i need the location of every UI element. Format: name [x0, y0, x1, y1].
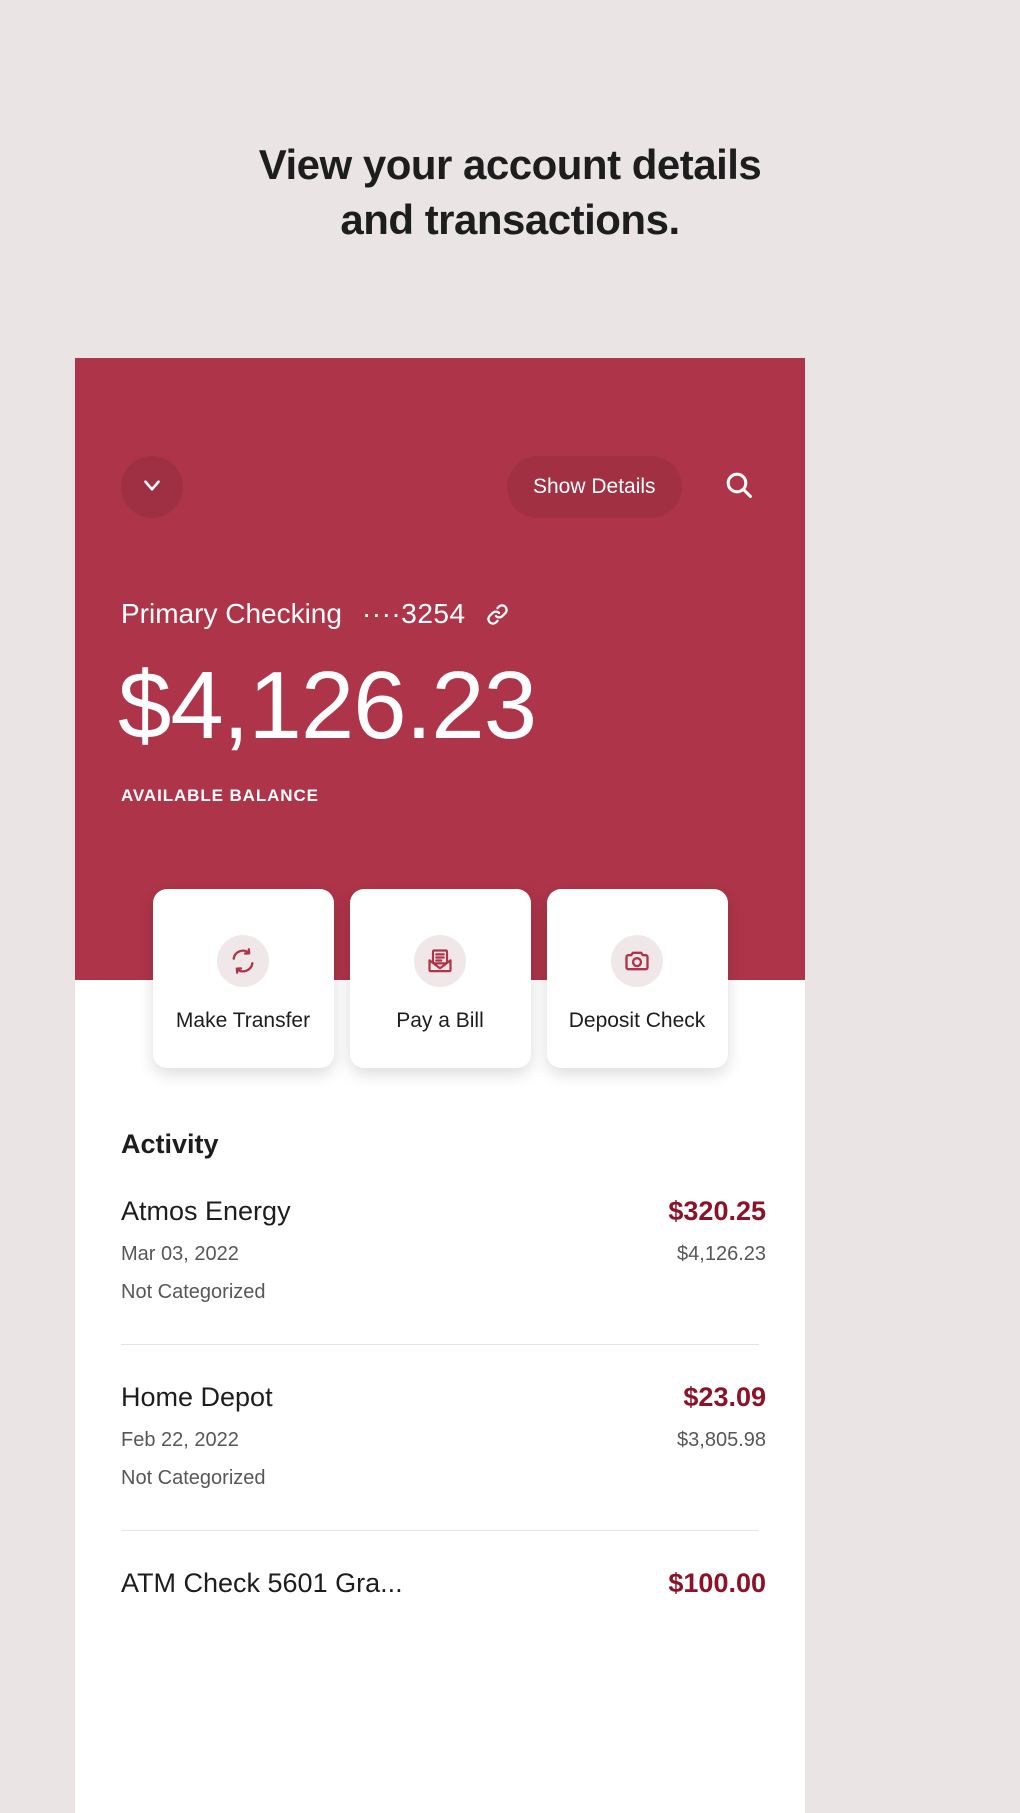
table-row[interactable]: ATM Check 5601 Gra... $100.00 — [121, 1530, 805, 1639]
quick-action-label: Pay a Bill — [396, 1009, 484, 1032]
transaction-date: Feb 22, 2022 — [121, 1429, 239, 1451]
table-row[interactable]: Home Depot $23.09 Feb 22, 2022 $3,805.98… — [121, 1344, 805, 1530]
show-details-label: Show Details — [533, 475, 656, 498]
quick-action-make-transfer[interactable]: Make Transfer — [152, 889, 334, 1068]
quick-action-deposit-check[interactable]: Deposit Check — [546, 889, 728, 1068]
camera-icon — [611, 935, 663, 987]
transaction-running-balance: $4,126.23 — [677, 1243, 766, 1265]
envelope-bill-icon — [414, 935, 466, 987]
page-title-line2: and transactions. — [340, 195, 680, 243]
transfer-arrows-icon — [217, 935, 269, 987]
transaction-date: Mar 03, 2022 — [121, 1243, 239, 1265]
available-balance-amount: $4,126.23 — [118, 652, 537, 759]
account-mask: ····3254 — [361, 598, 466, 629]
page-root: View your account details and transactio… — [0, 0, 1020, 1813]
account-header-toolbar: Show Details — [75, 456, 805, 520]
quick-action-pay-a-bill[interactable]: Pay a Bill — [349, 889, 531, 1068]
transaction-amount: $100.00 — [668, 1568, 766, 1598]
quick-actions-row: Make Transfer Pay a Bill Deposit Check — [75, 889, 805, 1068]
available-balance-label: AVAILABLE BALANCE — [121, 786, 319, 805]
transaction-category: Not Categorized — [121, 1281, 266, 1303]
search-icon — [723, 469, 755, 506]
quick-action-label: Make Transfer — [175, 1009, 311, 1032]
transaction-list: Atmos Energy $320.25 Mar 03, 2022 $4,126… — [121, 1196, 805, 1639]
transaction-amount: $23.09 — [683, 1382, 766, 1412]
account-name: Primary Checking — [121, 598, 342, 629]
row-divider — [121, 1344, 759, 1345]
account-screen: Show Details Primary Checking ····3254 $… — [75, 358, 805, 1813]
account-identity[interactable]: Primary Checking ····3254 — [121, 598, 511, 630]
transaction-name: Atmos Energy — [121, 1196, 291, 1226]
collapse-button[interactable] — [121, 456, 183, 518]
transaction-name: Home Depot — [121, 1382, 273, 1412]
transaction-category: Not Categorized — [121, 1467, 266, 1489]
transaction-amount: $320.25 — [668, 1196, 766, 1226]
activity-heading: Activity — [121, 1129, 219, 1159]
quick-action-label: Deposit Check — [568, 1009, 706, 1032]
show-details-button[interactable]: Show Details — [507, 456, 682, 518]
account-header-panel: Show Details Primary Checking ····3254 $… — [75, 358, 805, 980]
chevron-down-icon — [139, 472, 165, 503]
row-divider — [121, 1530, 759, 1531]
link-icon[interactable] — [484, 601, 511, 628]
transaction-name: ATM Check 5601 Gra... — [121, 1568, 403, 1598]
table-row[interactable]: Atmos Energy $320.25 Mar 03, 2022 $4,126… — [121, 1196, 805, 1344]
search-button[interactable] — [708, 456, 770, 518]
page-title: View your account details and transactio… — [0, 138, 1020, 247]
transaction-running-balance: $3,805.98 — [677, 1429, 766, 1451]
page-title-line1: View your account details — [258, 141, 762, 188]
